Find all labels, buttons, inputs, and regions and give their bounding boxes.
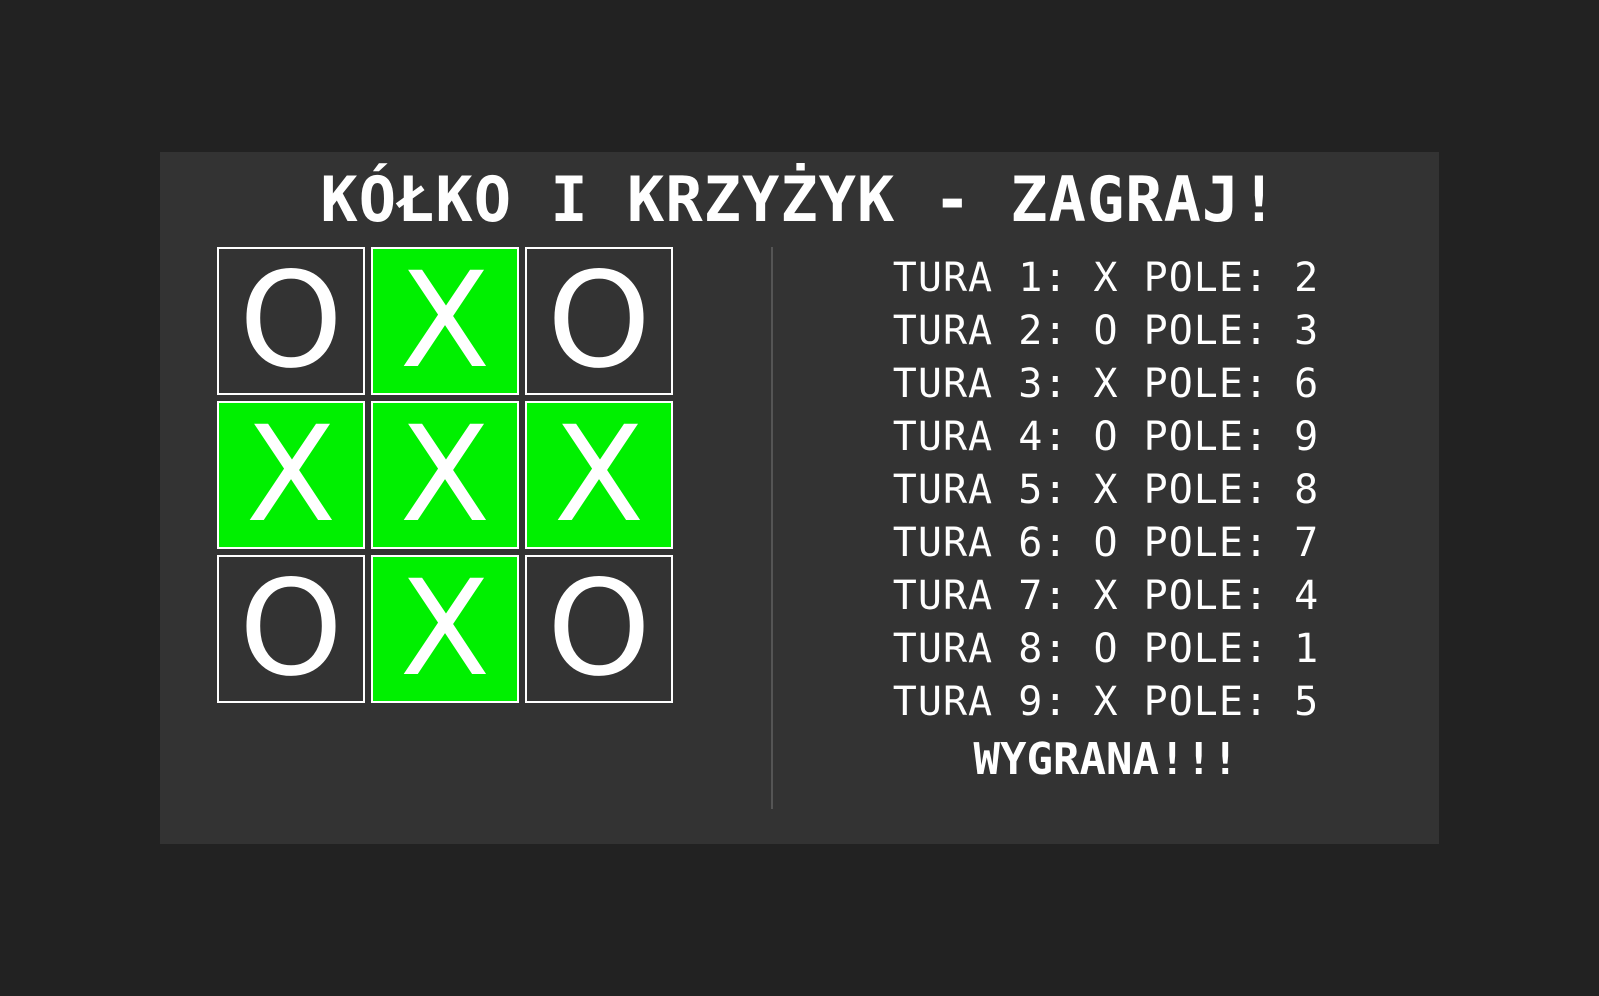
board-cell-3[interactable]: O <box>525 247 673 395</box>
board-cell-5[interactable]: X <box>371 401 519 549</box>
game-panel: KÓŁKO I KRZYŻYK - ZAGRAJ! O X O X X X O … <box>160 152 1439 844</box>
board-cell-4[interactable]: X <box>217 401 365 549</box>
move-history-item: TURA 6: O POLE: 7 <box>892 520 1320 566</box>
move-history-item: TURA 7: X POLE: 4 <box>892 573 1320 619</box>
board-cell-8[interactable]: X <box>371 555 519 703</box>
move-history-item: TURA 1: X POLE: 2 <box>892 255 1320 301</box>
move-history-item: TURA 2: O POLE: 3 <box>892 308 1320 354</box>
board-cell-1[interactable]: O <box>217 247 365 395</box>
game-board: O X O X X X O X O <box>217 247 673 703</box>
move-history-item: TURA 4: O POLE: 9 <box>892 414 1320 460</box>
move-history-item: TURA 3: X POLE: 6 <box>892 361 1320 407</box>
board-cell-9[interactable]: O <box>525 555 673 703</box>
page-title: KÓŁKO I KRZYŻYK - ZAGRAJ! <box>320 163 1279 236</box>
board-cell-6[interactable]: X <box>525 401 673 549</box>
move-history-item: TURA 5: X POLE: 8 <box>892 467 1320 513</box>
game-result-text: WYGRANA!!! <box>973 734 1239 785</box>
board-cell-2[interactable]: X <box>371 247 519 395</box>
move-history-item: TURA 8: O POLE: 1 <box>892 626 1320 672</box>
app-root: KÓŁKO I KRZYŻYK - ZAGRAJ! O X O X X X O … <box>0 0 1599 996</box>
move-history-item: TURA 9: X POLE: 5 <box>892 679 1320 725</box>
move-history-list: TURA 1: X POLE: 2 TURA 2: O POLE: 3 TURA… <box>773 252 1439 729</box>
board-cell-7[interactable]: O <box>217 555 365 703</box>
